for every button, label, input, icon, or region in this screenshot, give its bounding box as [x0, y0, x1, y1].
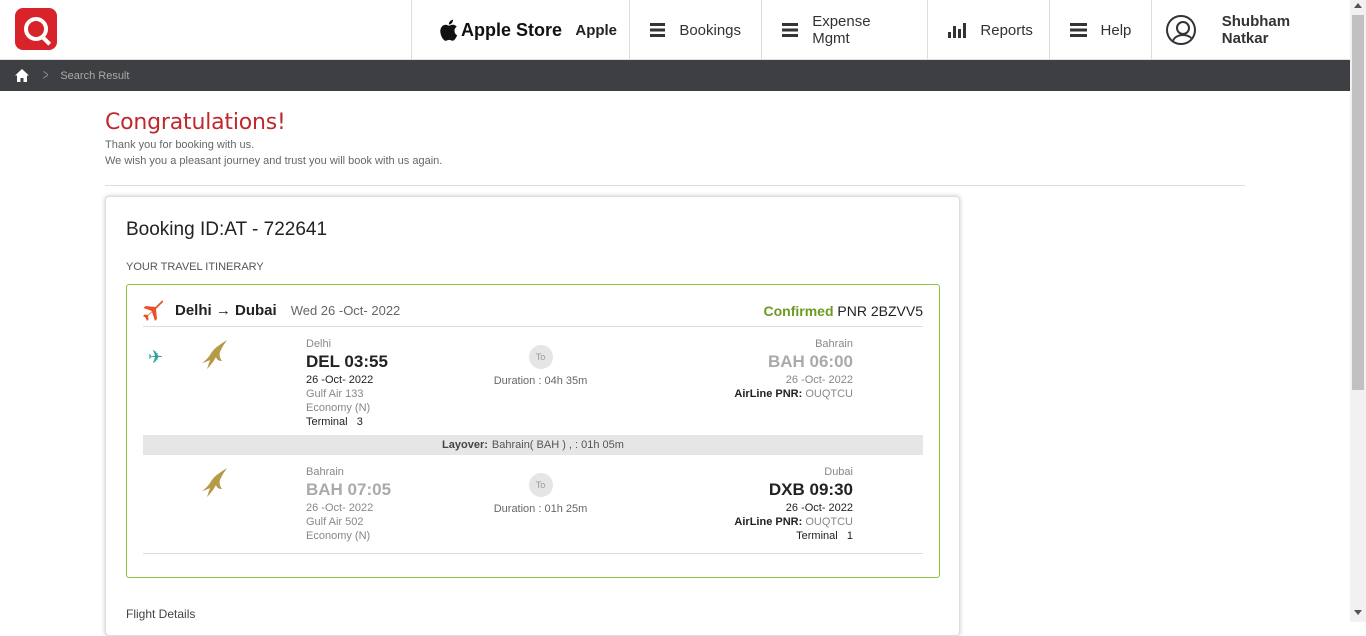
airline-pnr: AirLine PNR: OUQTCU — [673, 387, 853, 401]
menu-icon — [1070, 23, 1087, 37]
nav-reports-label: Reports — [980, 21, 1033, 39]
arr-code-time: DXB 09:30 — [768, 480, 853, 499]
segment-duration: Duration : 01h 25m — [493, 503, 588, 515]
layover-label: Layover: — [442, 439, 488, 451]
status-confirmed: Confirmed — [763, 302, 834, 319]
segment-duration: Duration : 04h 35m — [493, 375, 588, 387]
airline-pnr: AirLine PNR: OUQTCU — [673, 515, 853, 529]
booking-card: Booking ID:AT - 722641 YOUR TRAVEL ITINE… — [105, 196, 960, 636]
itinerary-label: YOUR TRAVEL ITINERARY — [126, 261, 264, 273]
nav-expense-label: Expense Mgmt — [812, 13, 871, 47]
cabin-class: Economy (N) — [306, 402, 371, 414]
app-logo[interactable] — [15, 8, 57, 50]
confirmation-message: Congratulations! Thank you for booking w… — [105, 110, 442, 169]
gulf-air-logo-icon — [202, 340, 227, 369]
arr-date: 26 -Oct- 2022 — [785, 374, 853, 386]
to-badge: To — [528, 473, 553, 497]
dep-date: 26 -Oct- 2022 — [306, 374, 374, 386]
arrival-info: Dubai DXB 09:30 26 -Oct- 2022 AirLine PN… — [673, 465, 853, 543]
dep-code-time: BAH 07:05 — [306, 480, 392, 499]
airline-pnr-label: AirLine PNR: — [734, 388, 803, 400]
store-brand-label: Apple Store — [461, 19, 563, 40]
layover-bar: Layover: Bahrain( BAH ) , : 01h 05m — [143, 435, 923, 455]
route-cities: Delhi → Dubai — [175, 302, 277, 319]
menu-icon — [650, 23, 666, 37]
user-menu[interactable]: Shubham Natkar — [1151, 0, 1350, 60]
gulf-air-logo-icon — [202, 468, 227, 497]
flight-number: Gulf Air 502 — [306, 516, 364, 528]
departure-info: Delhi DEL 03:55 26 -Oct- 2022 Gulf Air 1… — [306, 337, 446, 429]
chevron-right-icon: > — [42, 66, 49, 84]
layover-text: Bahrain( BAH ) , : 01h 05m — [491, 439, 624, 451]
nav-expense-mgmt[interactable]: Expense Mgmt — [761, 0, 927, 60]
flight-details-heading: Flight Details — [126, 607, 196, 621]
flight-red-icon — [143, 299, 163, 321]
dep-code-time: DEL 03:55 — [306, 352, 388, 371]
arr-date: 26 -Oct- 2022 — [785, 502, 853, 514]
bar-chart-icon — [948, 22, 967, 38]
booking-status: Confirmed PNR 2BZVV5 — [764, 303, 923, 319]
main-nav: Apple Store Apple Bookings Expense Mgmt … — [411, 0, 1350, 60]
menu-icon — [782, 23, 799, 37]
booking-id: Booking ID:AT - 722641 — [126, 219, 328, 240]
flight-segment: ✈ Delhi DEL 03:55 26 -Oct- 2022 Gulf Air… — [143, 337, 923, 429]
departure-info: Bahrain BAH 07:05 26 -Oct- 2022 Gulf Air… — [306, 465, 446, 543]
arr-city: Dubai — [824, 466, 853, 478]
breadcrumb: > Search Result — [0, 60, 1350, 91]
nav-apple-store[interactable]: Apple Store Apple — [411, 0, 629, 60]
congrats-line1: Thank you for booking with us. — [105, 139, 255, 151]
route-date: Wed 26 -Oct- 2022 — [290, 303, 401, 318]
arr-code-time: BAH 06:00 — [767, 352, 853, 371]
segment-to: To Duration : 01h 25m — [483, 473, 598, 515]
airline-pnr-value: OUQTCU — [805, 388, 853, 400]
scroll-up-icon[interactable] — [1354, 3, 1362, 8]
scrollbar-thumb[interactable] — [1352, 15, 1364, 390]
divider — [143, 553, 923, 554]
divider — [105, 185, 1245, 186]
arrival-info: Bahrain BAH 06:00 26 -Oct- 2022 AirLine … — [673, 337, 853, 401]
apple-store-brand: Apple Store — [440, 19, 562, 41]
user-name: Shubham Natkar — [1221, 13, 1291, 47]
congrats-line2: We wish you a pleasant journey and trust… — [105, 155, 443, 167]
cabin-class: Economy (N) — [306, 530, 371, 542]
airline-pnr-label: AirLine PNR: — [734, 516, 803, 528]
breadcrumb-current: Search Result — [60, 69, 130, 82]
home-icon[interactable] — [15, 69, 29, 82]
apple-icon — [440, 19, 458, 41]
nav-reports[interactable]: Reports — [927, 0, 1049, 60]
top-header: Apple Store Apple Bookings Expense Mgmt … — [0, 0, 1350, 60]
arr-terminal: Terminal 1 — [796, 530, 853, 542]
to-badge: To — [528, 345, 553, 369]
dep-city: Bahrain — [306, 466, 344, 478]
user-avatar-icon — [1166, 15, 1196, 45]
airline-pnr-value: OUQTCU — [805, 516, 853, 528]
airplane-icon: ✈ — [148, 347, 164, 367]
page-scrollbar[interactable] — [1350, 0, 1366, 622]
nav-help[interactable]: Help — [1049, 0, 1151, 60]
booking-pnr: PNR 2BZVV5 — [837, 302, 923, 319]
itinerary-box: Delhi → Dubai Wed 26 -Oct- 2022 Confirme… — [126, 284, 940, 578]
dep-date: 26 -Oct- 2022 — [306, 502, 374, 514]
segment-to: To Duration : 04h 35m — [483, 345, 598, 387]
store-name: Apple — [575, 21, 618, 39]
scroll-down-icon[interactable] — [1354, 610, 1362, 615]
route-header: Delhi → Dubai Wed 26 -Oct- 2022 Confirme… — [143, 295, 923, 327]
dep-terminal: Terminal 3 — [306, 416, 363, 428]
flight-number: Gulf Air 133 — [306, 388, 364, 400]
dep-city: Delhi — [306, 338, 332, 350]
nav-bookings-label: Bookings — [679, 21, 742, 39]
congrats-title: Congratulations! — [105, 110, 286, 135]
nav-help-label: Help — [1100, 21, 1132, 39]
flight-segment: Bahrain BAH 07:05 26 -Oct- 2022 Gulf Air… — [143, 465, 923, 555]
arr-city: Bahrain — [815, 338, 853, 350]
nav-bookings[interactable]: Bookings — [629, 0, 761, 60]
